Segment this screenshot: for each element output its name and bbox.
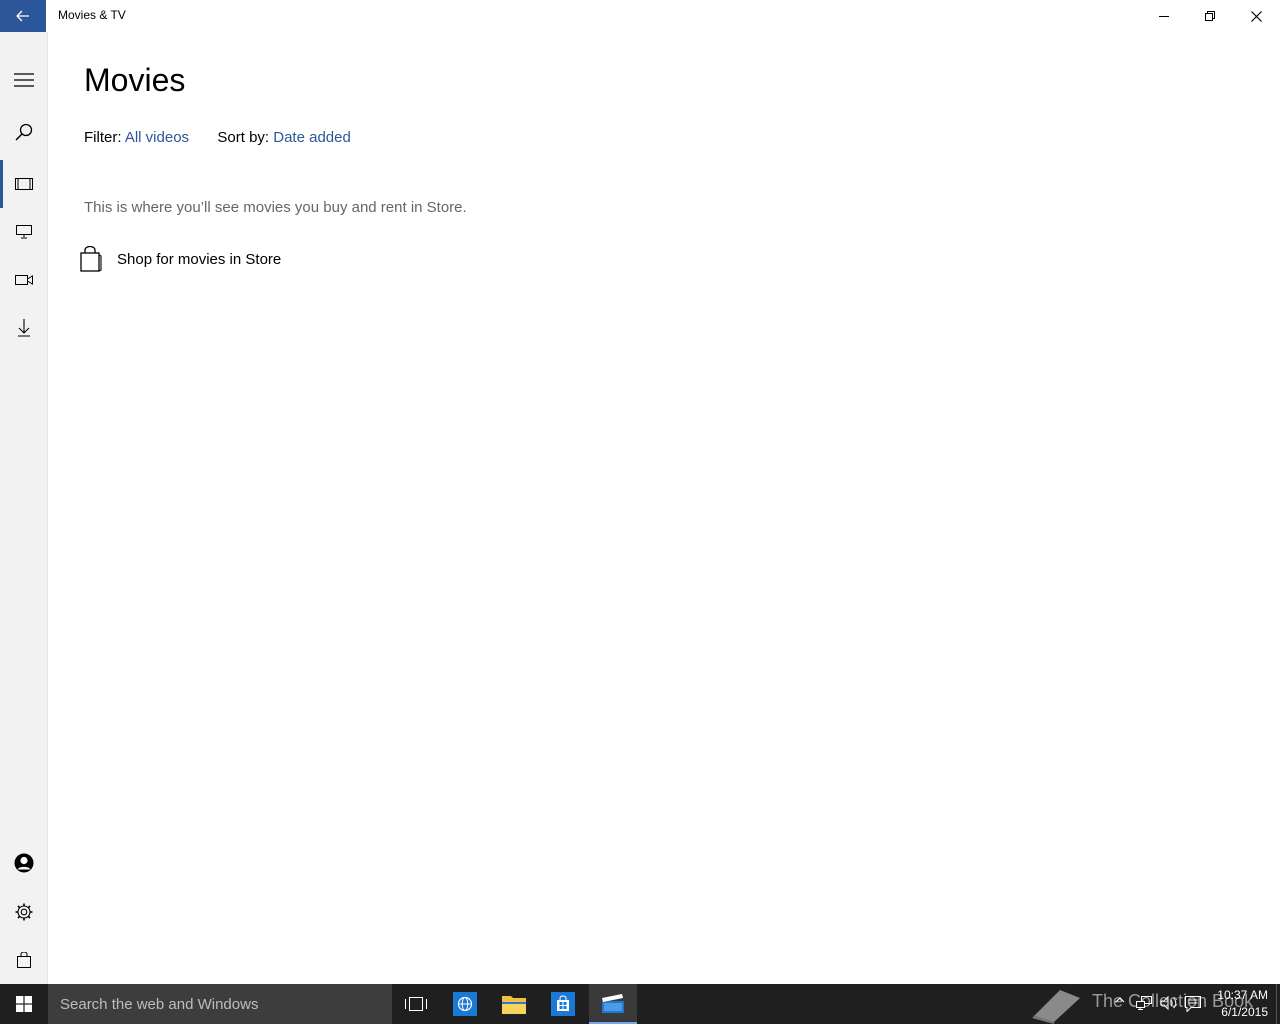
windows-logo-icon	[16, 996, 32, 1012]
filter-dropdown[interactable]: All videos	[125, 129, 189, 146]
taskbar-search-box[interactable]: Search the web and Windows	[48, 984, 392, 1024]
sidebar-item-search[interactable]	[0, 108, 47, 156]
sidebar-item-downloads[interactable]	[0, 304, 47, 352]
sort-dropdown[interactable]: Date added	[273, 129, 351, 146]
sidebar-item-videos[interactable]	[0, 256, 47, 304]
network-icon	[1136, 996, 1152, 1010]
shop-link-label: Shop for movies in Store	[117, 250, 282, 268]
search-icon	[14, 123, 32, 141]
action-center-icon	[1185, 996, 1201, 1012]
clock-date: 6/1/2015	[1221, 1005, 1268, 1019]
back-button[interactable]	[0, 0, 46, 32]
shop-store-link[interactable]: Shop for movies in Store	[80, 246, 281, 272]
taskbar-clock[interactable]: 10:37 AM 6/1/2015	[1206, 987, 1268, 1021]
sidebar-item-account[interactable]	[0, 839, 47, 887]
file-explorer-icon	[502, 996, 526, 1014]
close-icon	[1250, 10, 1262, 22]
gear-icon	[15, 903, 32, 921]
store-icon	[551, 992, 575, 1016]
back-arrow-icon	[16, 10, 29, 22]
taskbar-search-placeholder: Search the web and Windows	[60, 996, 259, 1013]
task-view-icon	[405, 997, 427, 1011]
tray-network[interactable]	[1136, 996, 1152, 1010]
minimize-button[interactable]	[1141, 0, 1187, 32]
restore-button[interactable]	[1187, 0, 1233, 32]
restore-icon	[1205, 11, 1215, 21]
close-button[interactable]	[1233, 0, 1279, 32]
sidebar-item-store[interactable]	[0, 936, 47, 984]
tray-volume[interactable]	[1160, 996, 1178, 1010]
volume-icon	[1160, 996, 1177, 1010]
taskbar-browser[interactable]	[441, 984, 489, 1024]
hamburger-icon	[13, 73, 34, 87]
tray-action-center[interactable]	[1185, 996, 1201, 1012]
shopping-bag-icon	[16, 952, 31, 968]
start-button[interactable]	[0, 984, 48, 1024]
account-icon	[14, 853, 33, 873]
app-title: Movies & TV	[58, 8, 126, 22]
filter-sort-bar: Filter: All videos Sort by: Date added	[84, 129, 351, 146]
task-view-button[interactable]	[392, 984, 440, 1024]
sidebar-item-menu[interactable]	[0, 56, 47, 104]
empty-state-message: This is where you’ll see movies you buy …	[84, 199, 467, 216]
taskbar-store[interactable]	[539, 984, 587, 1024]
video-camera-icon	[14, 275, 33, 285]
taskbar-movies-tv[interactable]	[589, 984, 637, 1024]
taskbar-file-explorer[interactable]	[490, 984, 538, 1024]
title-bar: Movies & TV	[0, 0, 1280, 32]
minimize-icon	[1159, 16, 1169, 17]
book-icon	[1032, 990, 1080, 1024]
page-title: Movies	[84, 62, 186, 98]
nav-sidebar	[0, 32, 48, 984]
taskbar: Search the web and Windows The Collectio…	[0, 984, 1280, 1024]
shopping-bag-icon	[80, 246, 102, 272]
filter-label: Filter:	[84, 129, 122, 146]
film-icon	[14, 178, 33, 190]
show-desktop-button[interactable]	[1276, 984, 1280, 1024]
movies-tv-icon	[602, 994, 624, 1013]
edge-icon	[453, 992, 477, 1016]
sidebar-item-movies[interactable]	[0, 160, 47, 208]
main-content: Movies Filter: All videos Sort by: Date …	[48, 32, 1280, 984]
sort-label: Sort by:	[217, 129, 270, 146]
clock-time: 10:37 AM	[1217, 988, 1268, 1002]
download-icon	[17, 319, 30, 337]
sidebar-item-settings[interactable]	[0, 888, 47, 936]
sidebar-item-tv[interactable]	[0, 208, 47, 256]
chevron-up-icon	[1115, 997, 1125, 1003]
tray-overflow-button[interactable]	[1115, 996, 1125, 1004]
tv-icon	[15, 225, 32, 239]
